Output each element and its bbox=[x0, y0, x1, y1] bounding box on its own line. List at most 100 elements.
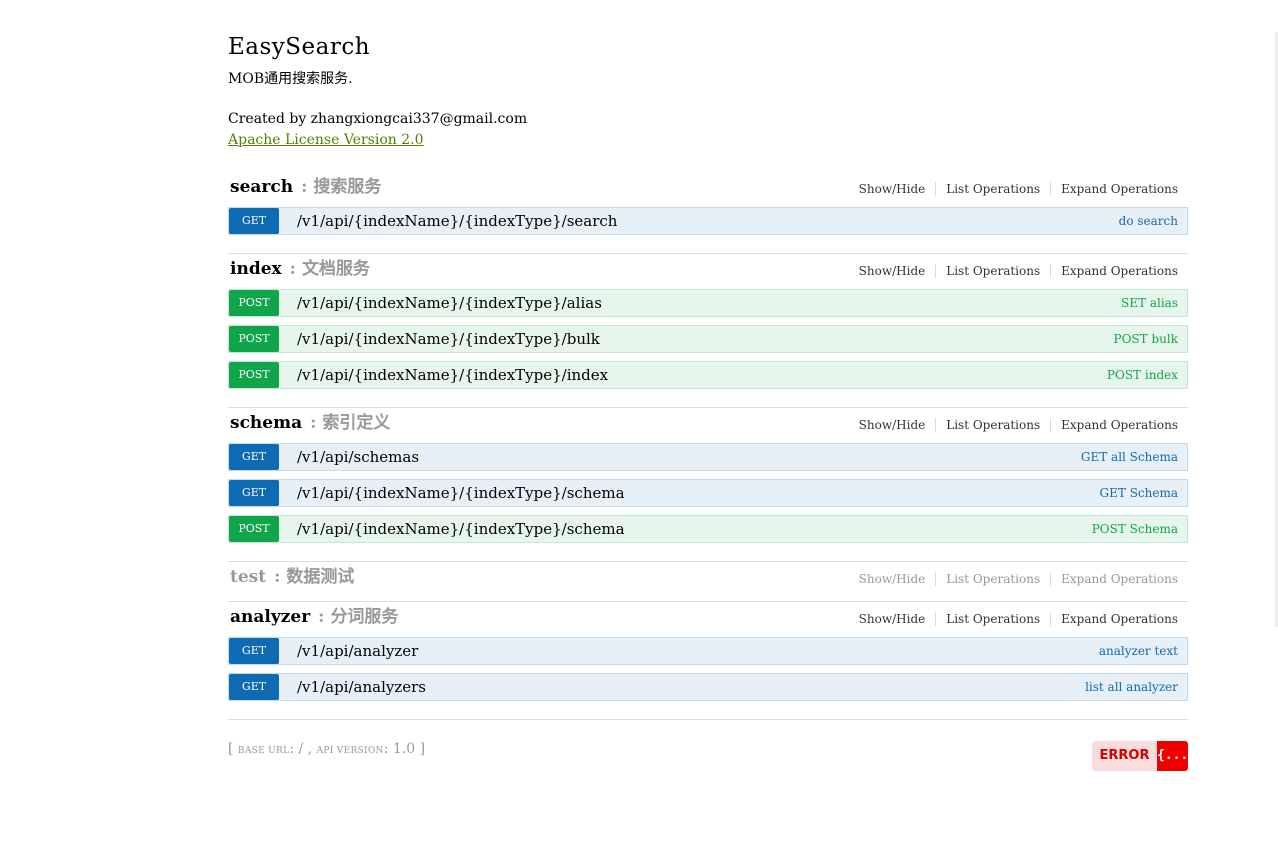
operation-row[interactable]: POST/v1/api/{indexName}/{indexType}/alia… bbox=[228, 289, 1188, 317]
operation-path[interactable]: /v1/api/{indexName}/{indexType}/schema bbox=[297, 516, 625, 542]
resource-analyzer: analyzer: 分词服务 Show/Hide List Operations Exp… bbox=[228, 602, 1188, 720]
resource-heading: test: 数据测试 Show/Hide List Operations Expand … bbox=[228, 562, 1188, 593]
resource-separator: : bbox=[274, 567, 281, 587]
resource-name: search bbox=[230, 177, 294, 197]
resource-schema: schema: 索引定义 Show/Hide List Operations Expan… bbox=[228, 408, 1188, 562]
operation-path[interactable]: /v1/api/{indexName}/{indexType}/alias bbox=[297, 290, 602, 316]
operation-summary[interactable]: GET Schema bbox=[1100, 480, 1178, 506]
resource-heading: index: 文档服务 Show/Hide List Operations Expand… bbox=[228, 254, 1188, 285]
resource-name: schema bbox=[230, 413, 303, 433]
list-operations-link[interactable]: List Operations bbox=[936, 182, 1052, 196]
get-method-badge[interactable]: GET bbox=[229, 480, 279, 506]
post-method-badge[interactable]: POST bbox=[229, 516, 279, 542]
show-hide-link[interactable]: Show/Hide bbox=[849, 264, 937, 278]
operation-path[interactable]: /v1/api/analyzer bbox=[297, 638, 418, 664]
resource-heading: search: 搜索服务 Show/Hide List Operations Expan… bbox=[228, 172, 1188, 203]
resource-title-link[interactable]: schema: 索引定义 bbox=[230, 412, 390, 434]
resource-heading: analyzer: 分词服务 Show/Hide List Operations Exp… bbox=[228, 602, 1188, 633]
post-method-badge[interactable]: POST bbox=[229, 290, 279, 316]
api-version-label: API VERSION bbox=[316, 746, 384, 756]
resource-separator: : bbox=[318, 607, 325, 627]
get-method-badge[interactable]: GET bbox=[229, 444, 279, 470]
list-operations-link[interactable]: List Operations bbox=[936, 418, 1052, 432]
post-method-badge[interactable]: POST bbox=[229, 362, 279, 388]
operation-row[interactable]: POST/v1/api/{indexName}/{indexType}/sche… bbox=[228, 515, 1188, 543]
operation-row[interactable]: GET/v1/api/{indexName}/{indexType}/schem… bbox=[228, 479, 1188, 507]
get-method-badge[interactable]: GET bbox=[229, 674, 279, 700]
resource-title-link[interactable]: index: 文档服务 bbox=[230, 258, 370, 280]
operation-path[interactable]: /v1/api/{indexName}/{indexType}/bulk bbox=[297, 326, 600, 352]
post-method-badge[interactable]: POST bbox=[229, 326, 279, 352]
operation-row[interactable]: POST/v1/api/{indexName}/{indexType}/inde… bbox=[228, 361, 1188, 389]
api-description: MOB通用搜索服务. bbox=[228, 71, 353, 87]
api-title: EasySearch bbox=[228, 34, 371, 60]
footer-open-bracket: [ bbox=[228, 741, 234, 757]
footer-close-bracket: ] bbox=[419, 741, 426, 757]
base-url-label: BASE URL bbox=[237, 746, 290, 756]
api-contact: Created by zhangxiongcai337@gmail.com bbox=[228, 111, 528, 127]
resource-search: search: 搜索服务 Show/Hide List Operations Expan… bbox=[228, 172, 1188, 254]
operation-row[interactable]: POST/v1/api/{indexName}/{indexType}/bulk… bbox=[228, 325, 1188, 353]
expand-operations-link[interactable]: Expand Operations bbox=[1051, 182, 1188, 196]
expand-operations-link[interactable]: Expand Operations bbox=[1051, 264, 1188, 278]
validator-badge[interactable]: ERROR {...} bbox=[1092, 741, 1196, 771]
api-footer: [ BASE URL: / , API VERSION: 1.0 ] bbox=[228, 740, 425, 760]
resource-name: index bbox=[230, 259, 282, 279]
show-hide-link[interactable]: Show/Hide bbox=[849, 418, 937, 432]
resource-title-link[interactable]: test: 数据测试 bbox=[230, 566, 354, 588]
resource-description: 分词服务 bbox=[330, 607, 399, 627]
resource-separator: : bbox=[289, 259, 296, 279]
get-method-badge[interactable]: GET bbox=[229, 208, 279, 234]
operation-row[interactable]: GET/v1/api/{indexName}/{indexType}/searc… bbox=[228, 207, 1188, 235]
operation-summary[interactable]: POST index bbox=[1107, 362, 1178, 388]
resource-actions: Show/Hide List Operations Expand Operation… bbox=[849, 182, 1188, 196]
expand-operations-link[interactable]: Expand Operations bbox=[1051, 572, 1188, 586]
operation-summary[interactable]: POST Schema bbox=[1092, 516, 1178, 542]
expand-operations-link[interactable]: Expand Operations bbox=[1051, 612, 1188, 626]
operation-path[interactable]: /v1/api/analyzers bbox=[297, 674, 426, 700]
operation-row[interactable]: GET/v1/api/analyzer analyzer text bbox=[228, 637, 1188, 665]
operation-summary[interactable]: GET all Schema bbox=[1081, 444, 1178, 470]
resource-actions: Show/Hide List Operations Expand Operation… bbox=[849, 612, 1188, 626]
operation-path[interactable]: /v1/api/{indexName}/{indexType}/search bbox=[297, 208, 617, 234]
operation-path[interactable]: /v1/api/schemas bbox=[297, 444, 419, 470]
json-braces-icon: {...} bbox=[1157, 741, 1196, 771]
resource-separator: : bbox=[301, 177, 308, 197]
resource-test: test: 数据测试 Show/Hide List Operations Expand … bbox=[228, 562, 1188, 602]
operation-summary[interactable]: SET alias bbox=[1121, 290, 1178, 316]
resource-index: index: 文档服务 Show/Hide List Operations Expand… bbox=[228, 254, 1188, 408]
list-operations-link[interactable]: List Operations bbox=[936, 264, 1052, 278]
resource-actions: Show/Hide List Operations Expand Operation… bbox=[849, 572, 1188, 586]
show-hide-link[interactable]: Show/Hide bbox=[849, 612, 937, 626]
resource-heading: schema: 索引定义 Show/Hide List Operations Expan… bbox=[228, 408, 1188, 439]
resource-description: 数据测试 bbox=[286, 567, 355, 587]
operation-summary[interactable]: analyzer text bbox=[1099, 638, 1178, 664]
show-hide-link[interactable]: Show/Hide bbox=[849, 572, 937, 586]
resource-title-link[interactable]: analyzer: 分词服务 bbox=[230, 606, 398, 628]
api-version-value: : 1.0 bbox=[383, 741, 416, 757]
validator-error-label: ERROR bbox=[1092, 741, 1157, 771]
resource-description: 搜索服务 bbox=[313, 177, 382, 197]
resource-description: 索引定义 bbox=[322, 413, 391, 433]
license-link[interactable]: Apache License Version 2.0 bbox=[228, 131, 423, 149]
resource-title-link[interactable]: search: 搜索服务 bbox=[230, 176, 381, 198]
operation-path[interactable]: /v1/api/{indexName}/{indexType}/index bbox=[297, 362, 608, 388]
resource-list: search: 搜索服务 Show/Hide List Operations Expan… bbox=[228, 172, 1188, 720]
resource-name: test bbox=[230, 567, 267, 587]
resource-separator: : bbox=[310, 413, 317, 433]
resource-name: analyzer bbox=[230, 607, 311, 627]
show-hide-link[interactable]: Show/Hide bbox=[849, 182, 937, 196]
resource-description: 文档服务 bbox=[301, 259, 370, 279]
resource-actions: Show/Hide List Operations Expand Operation… bbox=[849, 418, 1188, 432]
list-operations-link[interactable]: List Operations bbox=[936, 572, 1052, 586]
operation-row[interactable]: GET/v1/api/analyzers list all analyzer bbox=[228, 673, 1188, 701]
operation-summary[interactable]: list all analyzer bbox=[1085, 674, 1178, 700]
operation-summary[interactable]: do search bbox=[1119, 208, 1178, 234]
operation-summary[interactable]: POST bulk bbox=[1114, 326, 1178, 352]
operation-path[interactable]: /v1/api/{indexName}/{indexType}/schema bbox=[297, 480, 625, 506]
get-method-badge[interactable]: GET bbox=[229, 638, 279, 664]
resource-actions: Show/Hide List Operations Expand Operation… bbox=[849, 264, 1188, 278]
expand-operations-link[interactable]: Expand Operations bbox=[1051, 418, 1188, 432]
list-operations-link[interactable]: List Operations bbox=[936, 612, 1052, 626]
operation-row[interactable]: GET/v1/api/schemas GET all Schema bbox=[228, 443, 1188, 471]
